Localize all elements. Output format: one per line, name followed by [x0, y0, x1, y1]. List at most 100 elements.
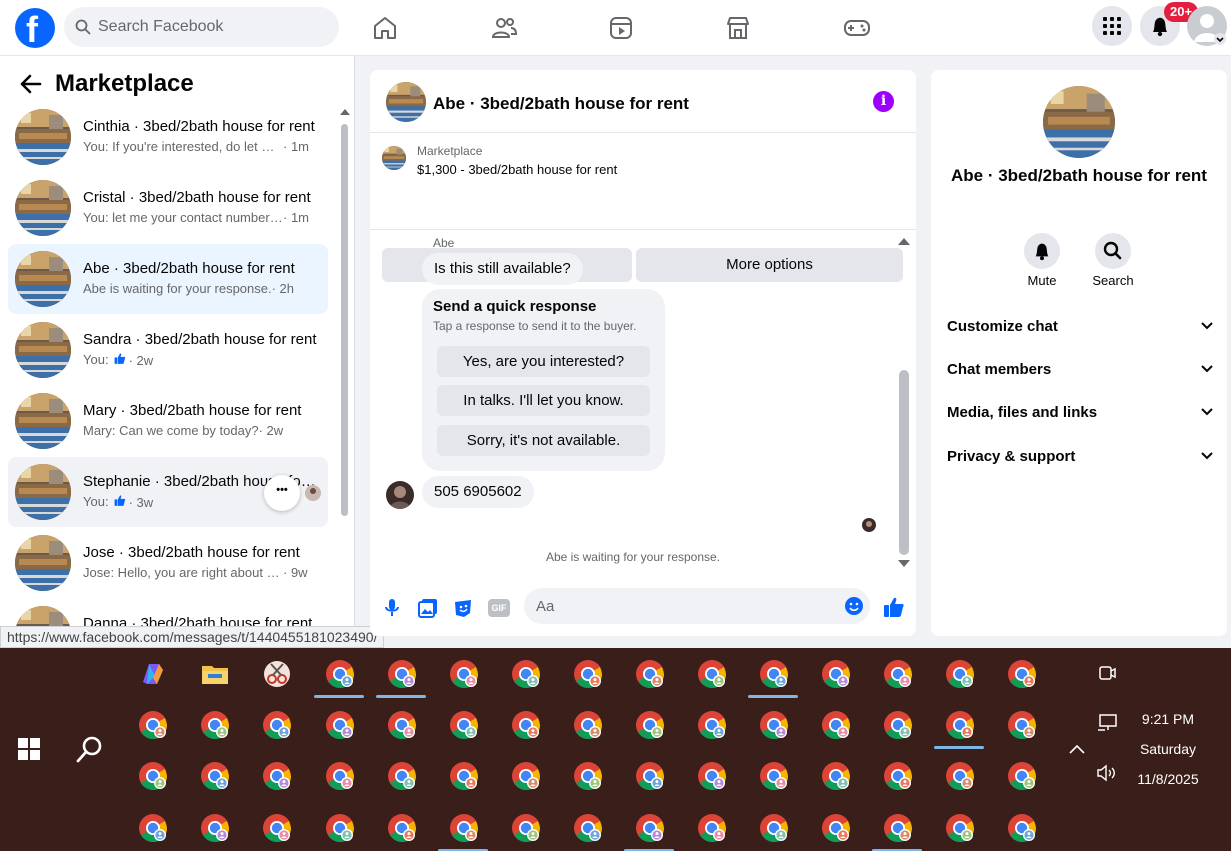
chrome-icon[interactable]	[634, 812, 666, 844]
quick-response-in-talks[interactable]: In talks. I'll let you know.	[437, 385, 650, 416]
chrome-icon[interactable]	[634, 658, 666, 690]
chrome-icon[interactable]	[634, 709, 666, 741]
conversation-item[interactable]: Cristal · 3bed/2bath house for rent You: …	[8, 173, 328, 243]
watch-icon[interactable]	[606, 13, 636, 43]
chrome-icon[interactable]	[758, 709, 790, 741]
conversation-item[interactable]: Jose · 3bed/2bath house for rent Jose: He…	[8, 528, 328, 598]
chrome-icon[interactable]	[448, 658, 480, 690]
info-icon[interactable]: i	[873, 91, 894, 112]
chrome-icon[interactable]	[386, 709, 418, 741]
gif-button[interactable]: GIF	[488, 599, 510, 617]
chrome-icon[interactable]	[199, 709, 231, 741]
customize-chat-section[interactable]: Customize chat	[947, 310, 1213, 346]
conversation-item[interactable]: Stephanie · 3bed/2bath house for rent You…	[8, 457, 328, 527]
chrome-icon[interactable]	[944, 709, 976, 741]
chrome-icon[interactable]	[448, 709, 480, 741]
chrome-icon[interactable]	[261, 812, 293, 844]
chrome-icon[interactable]	[882, 812, 914, 844]
chrome-icon[interactable]	[137, 760, 169, 792]
chrome-icon[interactable]	[696, 658, 728, 690]
chrome-icon[interactable]	[634, 760, 666, 792]
emoji-icon[interactable]	[844, 596, 864, 616]
photo-icon[interactable]	[417, 597, 439, 619]
listing-thumbnail[interactable]	[382, 146, 406, 170]
chrome-icon[interactable]	[1006, 658, 1038, 690]
message-input-box[interactable]	[524, 588, 870, 624]
chrome-icon[interactable]	[510, 812, 542, 844]
chrome-icon[interactable]	[1006, 709, 1038, 741]
chrome-icon[interactable]	[448, 812, 480, 844]
chrome-icon[interactable]	[261, 760, 293, 792]
chrome-icon[interactable]	[572, 760, 604, 792]
gaming-icon[interactable]	[842, 13, 872, 43]
chrome-icon[interactable]	[572, 658, 604, 690]
quick-response-yes[interactable]: Yes, are you interested?	[437, 346, 650, 377]
chevron-up-icon[interactable]	[1069, 744, 1085, 754]
back-arrow-icon[interactable]	[20, 74, 42, 94]
search-conversation-button[interactable]	[1095, 233, 1131, 269]
scroll-down-icon[interactable]	[898, 560, 910, 568]
facebook-logo[interactable]: f	[15, 8, 55, 50]
chrome-icon[interactable]	[199, 812, 231, 844]
mute-button[interactable]	[1024, 233, 1060, 269]
file-explorer-icon[interactable]	[199, 658, 231, 690]
chrome-icon[interactable]	[758, 658, 790, 690]
chrome-icon[interactable]	[572, 812, 604, 844]
scroll-up-icon[interactable]	[898, 237, 910, 245]
home-icon[interactable]	[370, 13, 400, 43]
chrome-icon[interactable]	[510, 760, 542, 792]
chrome-icon[interactable]	[820, 709, 852, 741]
listing-price[interactable]: $1,300 - 3bed/2bath house for rent	[417, 162, 617, 177]
chrome-icon[interactable]	[386, 658, 418, 690]
chrome-icon[interactable]	[820, 760, 852, 792]
chrome-icon[interactable]	[261, 709, 293, 741]
search-input[interactable]	[98, 7, 328, 47]
taskbar-search-icon[interactable]	[75, 734, 105, 764]
conversation-item[interactable]: Cinthia · 3bed/2bath house for rent You: …	[8, 102, 328, 172]
chrome-icon[interactable]	[944, 760, 976, 792]
chrome-icon[interactable]	[510, 709, 542, 741]
chrome-icon[interactable]	[696, 760, 728, 792]
conversation-item[interactable]: Sandra · 3bed/2bath house for rent You: · …	[8, 315, 328, 385]
chrome-icon[interactable]	[820, 658, 852, 690]
chrome-icon[interactable]	[510, 658, 542, 690]
chrome-icon[interactable]	[386, 812, 418, 844]
scroll-thumb[interactable]	[341, 124, 348, 516]
marketplace-icon[interactable]	[723, 13, 753, 43]
chrome-icon[interactable]	[137, 812, 169, 844]
sticker-icon[interactable]	[452, 597, 474, 619]
network-tray-icon[interactable]	[1096, 714, 1118, 732]
chat-avatar[interactable]	[386, 82, 426, 122]
chrome-icon[interactable]	[324, 760, 356, 792]
chrome-icon[interactable]	[572, 709, 604, 741]
chrome-icon[interactable]	[944, 812, 976, 844]
message-input[interactable]	[536, 588, 836, 624]
sender-avatar[interactable]	[386, 481, 414, 509]
chat-members-section[interactable]: Chat members	[947, 353, 1213, 389]
conversation-item[interactable]: Mary · 3bed/2bath house for rent Mary: Ca…	[8, 386, 328, 456]
chrome-icon[interactable]	[1006, 812, 1038, 844]
account-avatar[interactable]	[1187, 6, 1227, 46]
clock-date[interactable]: 11/8/2025	[1128, 771, 1208, 787]
more-options-icon[interactable]: •••	[264, 475, 300, 511]
scroll-up-icon[interactable]	[340, 108, 350, 116]
conversation-item[interactable]: Abe · 3bed/2bath house for rent Abe is wa…	[8, 244, 328, 314]
menu-button[interactable]	[1092, 6, 1132, 46]
chrome-icon[interactable]	[696, 709, 728, 741]
chrome-icon[interactable]	[758, 812, 790, 844]
snipping-tool-icon[interactable]	[261, 658, 293, 690]
scroll-thumb[interactable]	[899, 370, 909, 555]
chrome-icon[interactable]	[882, 658, 914, 690]
sidebar-scrollbar[interactable]	[340, 56, 350, 648]
volume-icon[interactable]	[1096, 764, 1118, 782]
thumbs-up-icon[interactable]	[882, 595, 906, 619]
chrome-icon[interactable]	[386, 760, 418, 792]
chrome-icon[interactable]	[199, 760, 231, 792]
chrome-icon[interactable]	[324, 812, 356, 844]
microphone-icon[interactable]	[381, 597, 403, 619]
friends-icon[interactable]	[489, 13, 519, 43]
quick-response-not-available[interactable]: Sorry, it's not available.	[437, 425, 650, 456]
chrome-icon[interactable]	[324, 709, 356, 741]
chat-scrollbar[interactable]	[897, 230, 911, 575]
camera-tray-icon[interactable]	[1098, 664, 1116, 682]
